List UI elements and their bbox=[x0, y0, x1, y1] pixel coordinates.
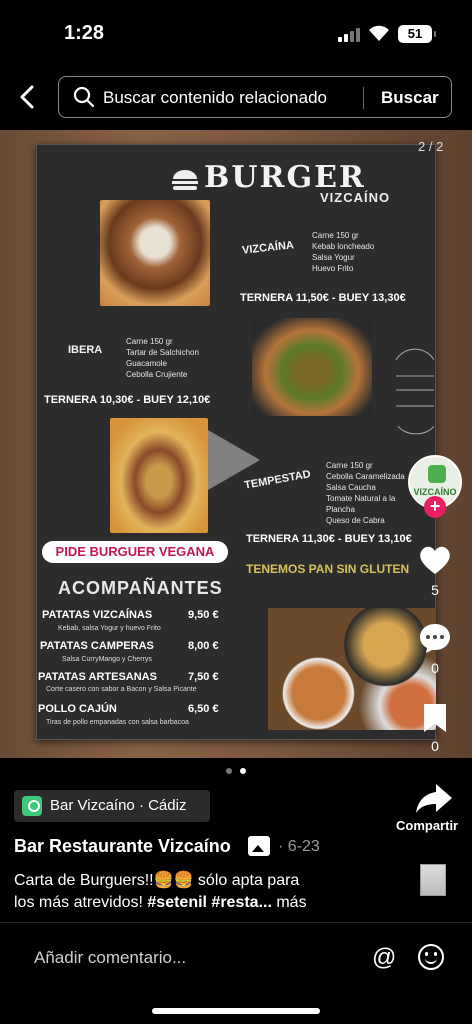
status-time: 1:28 bbox=[64, 22, 105, 44]
menu-subtitle: VIZCAÍNO bbox=[320, 190, 391, 205]
side-name: POLLO CAJÚN bbox=[38, 703, 117, 715]
side-name: PATATAS VIZCAÍNAS bbox=[42, 609, 153, 621]
comment-input[interactable]: Añadir comentario... bbox=[34, 948, 186, 968]
item-name: IBERA bbox=[68, 344, 103, 356]
wifi-icon bbox=[369, 25, 389, 41]
image-post-icon bbox=[248, 836, 270, 856]
sides-photo bbox=[268, 608, 436, 730]
burger-photo-tempestad bbox=[110, 418, 208, 533]
post-date: · 6-23 bbox=[278, 838, 320, 855]
search-bar[interactable]: Buscar contenido relacionado Buscar bbox=[58, 76, 452, 118]
burger-sketch-icon bbox=[395, 348, 434, 435]
caption-more[interactable]: más bbox=[272, 894, 306, 911]
share-icon[interactable] bbox=[414, 780, 454, 816]
carousel-dot-active[interactable] bbox=[240, 768, 246, 774]
heart-icon[interactable] bbox=[418, 544, 452, 576]
back-arrow-icon[interactable] bbox=[14, 82, 42, 112]
follow-button[interactable]: + bbox=[424, 496, 446, 518]
side-price: 6,50 € bbox=[188, 703, 219, 715]
comment-icon[interactable] bbox=[418, 622, 452, 654]
side-desc: Salsa CurryMango y Cherrys bbox=[62, 656, 152, 663]
divider bbox=[0, 922, 472, 923]
author-name[interactable]: Bar Restaurante Vizcaíno bbox=[14, 836, 231, 857]
comment-count: 0 bbox=[431, 660, 439, 676]
cup-icon bbox=[428, 465, 446, 483]
side-name: PATATAS ARTESANAS bbox=[38, 671, 157, 683]
burger-photo-vizcaina bbox=[100, 200, 210, 306]
emoji-icon[interactable] bbox=[418, 944, 444, 970]
like-count: 5 bbox=[431, 582, 439, 598]
item-ingredients: Carne 150 gr Tartar de Salchichon Guacamol… bbox=[126, 337, 199, 379]
side-price: 8,00 € bbox=[188, 640, 219, 652]
side-price: 7,50 € bbox=[188, 671, 219, 683]
item-ingredients: Carne 150 gr Cebolla Caramelizada Salsa Ca… bbox=[326, 461, 405, 525]
side-desc: Kebab, salsa Yogur y huevo Frito bbox=[58, 625, 161, 632]
share-label[interactable]: Compartir bbox=[396, 818, 458, 833]
location-label: Bar Vizcaíno · Cádiz bbox=[50, 797, 187, 814]
item-price: TERNERA 11,50€ - BUEY 13,30€ bbox=[240, 292, 406, 304]
item-price: TERNERA 10,30€ - BUEY 12,10€ bbox=[44, 394, 211, 406]
post-caption[interactable]: Carta de Burguers!!🍔🍔 sólo apta para los… bbox=[14, 870, 374, 914]
side-desc: Corte casero con sabor a Bacon y Salsa P… bbox=[46, 686, 197, 693]
bookmark-icon[interactable] bbox=[422, 702, 448, 734]
search-separator bbox=[363, 87, 364, 109]
item-price: TERNERA 11,30€ - BUEY 13,10€ bbox=[246, 533, 412, 545]
vegan-banner: PIDE BURGUER VEGANA bbox=[42, 541, 228, 563]
signal-icon bbox=[338, 28, 362, 42]
location-pin-icon bbox=[22, 796, 42, 816]
save-count: 0 bbox=[431, 738, 439, 754]
gluten-notice: TENEMOS PAN SIN GLUTEN bbox=[246, 562, 410, 576]
search-icon bbox=[73, 86, 95, 108]
side-name: PATATAS CAMPERAS bbox=[40, 640, 154, 652]
burger-photo-ibera bbox=[252, 318, 372, 416]
burger-logo-icon bbox=[172, 170, 198, 190]
carousel-dot[interactable] bbox=[226, 768, 232, 774]
side-price: 9,50 € bbox=[188, 609, 219, 621]
search-button[interactable]: Buscar bbox=[381, 88, 439, 108]
sides-title: ACOMPAÑANTES bbox=[58, 578, 223, 598]
photo-pager: 2 / 2 bbox=[418, 139, 444, 154]
battery-icon: 51 bbox=[398, 25, 436, 43]
side-desc: Tiras de pollo empanadas con salsa barba… bbox=[46, 719, 189, 726]
photo-thumbnail[interactable] bbox=[420, 864, 446, 896]
item-ingredients: Carne 150 gr Kebab loncheado Salsa Yogur Hu… bbox=[312, 231, 375, 273]
caption-hashtags[interactable]: #setenil #resta... bbox=[147, 894, 272, 911]
search-input[interactable]: Buscar contenido relacionado bbox=[103, 88, 327, 108]
home-indicator bbox=[152, 1008, 320, 1014]
mention-button[interactable]: @ bbox=[372, 944, 396, 972]
location-tag[interactable]: Bar Vizcaíno · Cádiz bbox=[14, 790, 210, 822]
